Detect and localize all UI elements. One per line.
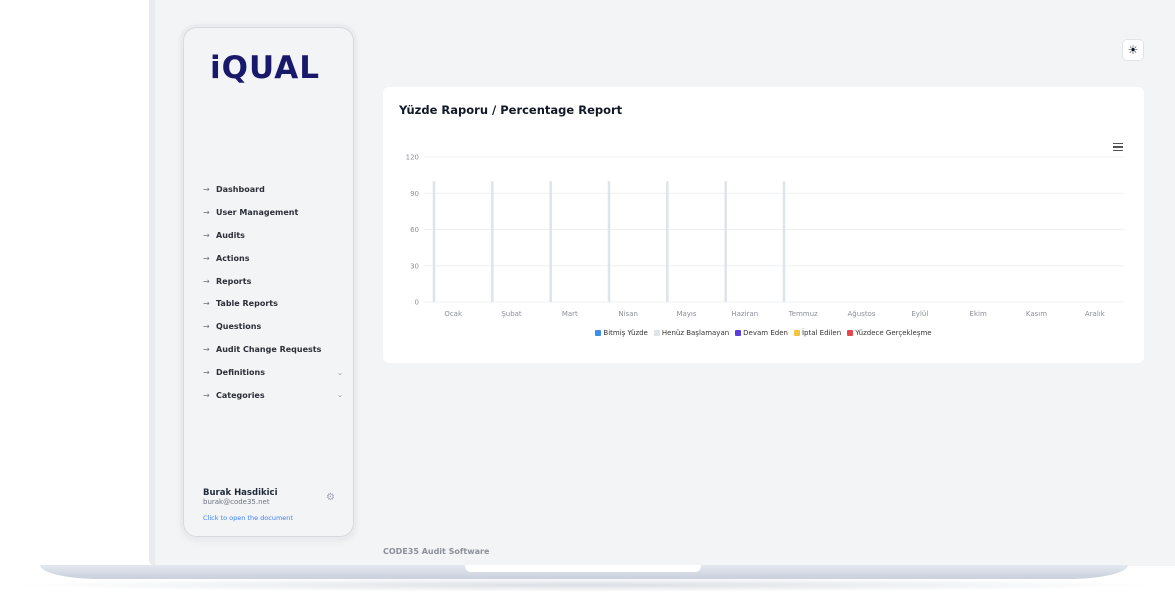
open-document-link[interactable]: Click to open the document — [203, 514, 343, 522]
sidebar-item-questions[interactable]: → Questions — [203, 315, 343, 338]
x-tick-label: Mart — [562, 310, 578, 318]
sidebar-item-label: User Management — [216, 207, 299, 217]
arrow-right-icon: → — [203, 299, 210, 309]
sidebar-item-dashboard[interactable]: → Dashboard — [203, 178, 343, 201]
arrow-right-icon: → — [203, 322, 210, 332]
sidebar-item-label: Actions — [216, 253, 250, 263]
x-tick-label: Eylül — [911, 310, 928, 318]
x-tick-label: Ağustos — [848, 310, 876, 318]
laptop-shadow — [10, 578, 1160, 592]
percentage-report-card: Yüzde Raporu / Percentage Report 0 30 60 90… — [383, 87, 1144, 363]
chart-bar — [549, 181, 552, 302]
legend-item[interactable]: Yüzdece Gerçekleşme — [847, 329, 932, 337]
y-tick-label: 120 — [406, 154, 419, 162]
y-tick-label: 60 — [410, 226, 419, 234]
sidebar-item-audit-change-requests[interactable]: → Audit Change Requests — [203, 338, 343, 361]
chart-bar — [724, 181, 727, 302]
x-tick-label: Mayıs — [676, 310, 696, 318]
logo: iQUAL — [210, 50, 320, 86]
chart-bar — [607, 181, 611, 302]
sidebar-item-actions[interactable]: → Actions — [203, 247, 343, 270]
legend-swatch — [653, 330, 660, 336]
chart-bar — [782, 181, 786, 302]
chart-bar — [666, 181, 669, 302]
arrow-right-icon: → — [203, 390, 210, 400]
chart-bar — [491, 181, 494, 302]
chevron-down-icon[interactable]: ⌄ — [337, 391, 343, 399]
legend-label: Yüzdece Gerçekleşme — [855, 329, 932, 337]
laptop-notch — [465, 565, 701, 572]
arrow-right-icon: → — [203, 368, 210, 378]
legend-swatch — [735, 330, 742, 336]
sidebar-item-label: Definitions — [216, 368, 265, 378]
gear-icon[interactable]: ⚙ — [326, 492, 335, 503]
sidebar-item-reports[interactable]: → Reports — [203, 270, 343, 293]
chart-legend: Bitmiş Yüzde Henüz Başlamayan Devam Eden İp… — [383, 329, 1144, 337]
x-tick-label: Kasım — [1026, 310, 1047, 318]
legend-item[interactable]: Bitmiş Yüzde — [595, 329, 648, 337]
arrow-right-icon: → — [203, 345, 210, 355]
x-tick-label: Nisan — [618, 310, 638, 318]
sidebar-item-table-reports[interactable]: → Table Reports — [203, 292, 343, 315]
legend-swatch — [847, 330, 854, 336]
y-tick-label: 90 — [410, 190, 419, 198]
sidebar-item-label: Table Reports — [216, 299, 278, 309]
sun-icon: ☀ — [1127, 43, 1139, 57]
arrow-right-icon: → — [203, 276, 210, 286]
sidebar-nav: → Dashboard → User Management → Audits →… — [203, 178, 343, 407]
y-tick-label: 0 — [415, 299, 419, 307]
footer-text: CODE35 Audit Software — [383, 547, 490, 556]
x-tick-label: Haziran — [731, 310, 758, 318]
chart-bar — [432, 181, 436, 302]
user-info: Burak Hasdikici burak@code35.net Click t… — [203, 488, 343, 522]
legend-label: Bitmiş Yüzde — [603, 329, 648, 337]
sidebar-item-label: Dashboard — [216, 184, 265, 194]
sidebar-item-user-management[interactable]: → User Management — [203, 201, 343, 224]
user-name: Burak Hasdikici — [203, 488, 278, 498]
theme-toggle-button[interactable]: ☀ — [1122, 39, 1144, 61]
sidebar-item-audits[interactable]: → Audits — [203, 224, 343, 247]
x-tick-label: Temmuz — [788, 310, 818, 318]
legend-swatch — [595, 330, 602, 336]
sidebar-item-label: Reports — [216, 276, 252, 286]
legend-item[interactable]: Devam Eden — [735, 329, 788, 337]
arrow-right-icon: → — [203, 207, 210, 217]
x-tick-label: Ocak — [444, 310, 463, 318]
sidebar: iQUAL → Dashboard → User Management → Au… — [183, 27, 354, 537]
legend-label: İptal Edilen — [801, 329, 842, 337]
chevron-down-icon[interactable]: ⌄ — [337, 369, 343, 377]
sidebar-item-label: Audits — [216, 230, 245, 240]
x-tick-label: Şubat — [501, 310, 522, 318]
legend-swatch — [793, 330, 800, 336]
sidebar-item-label: Audit Change Requests — [216, 345, 322, 355]
legend-item[interactable]: İptal Edilen — [793, 329, 842, 337]
legend-label: Devam Eden — [743, 329, 788, 337]
percentage-chart: 0 30 60 90 120 Ocak Şubat Mart Nisan Mayıs Haziran… — [406, 154, 1124, 318]
sidebar-item-categories[interactable]: → Categories ⌄ — [203, 384, 343, 407]
sidebar-item-label: Questions — [216, 322, 262, 332]
legend-label: Henüz Başlamayan — [661, 329, 730, 337]
x-tick-label: Aralık — [1085, 310, 1106, 318]
arrow-right-icon: → — [203, 230, 210, 240]
arrow-right-icon: → — [203, 253, 210, 263]
user-email: burak@code35.net — [203, 498, 270, 506]
legend-item[interactable]: Henüz Başlamayan — [653, 329, 730, 337]
sidebar-item-definitions[interactable]: → Definitions ⌄ — [203, 361, 343, 384]
arrow-right-icon: → — [203, 184, 210, 194]
sidebar-item-label: Categories — [216, 390, 265, 400]
x-tick-label: Ekim — [970, 310, 987, 318]
y-tick-label: 30 — [410, 262, 419, 270]
